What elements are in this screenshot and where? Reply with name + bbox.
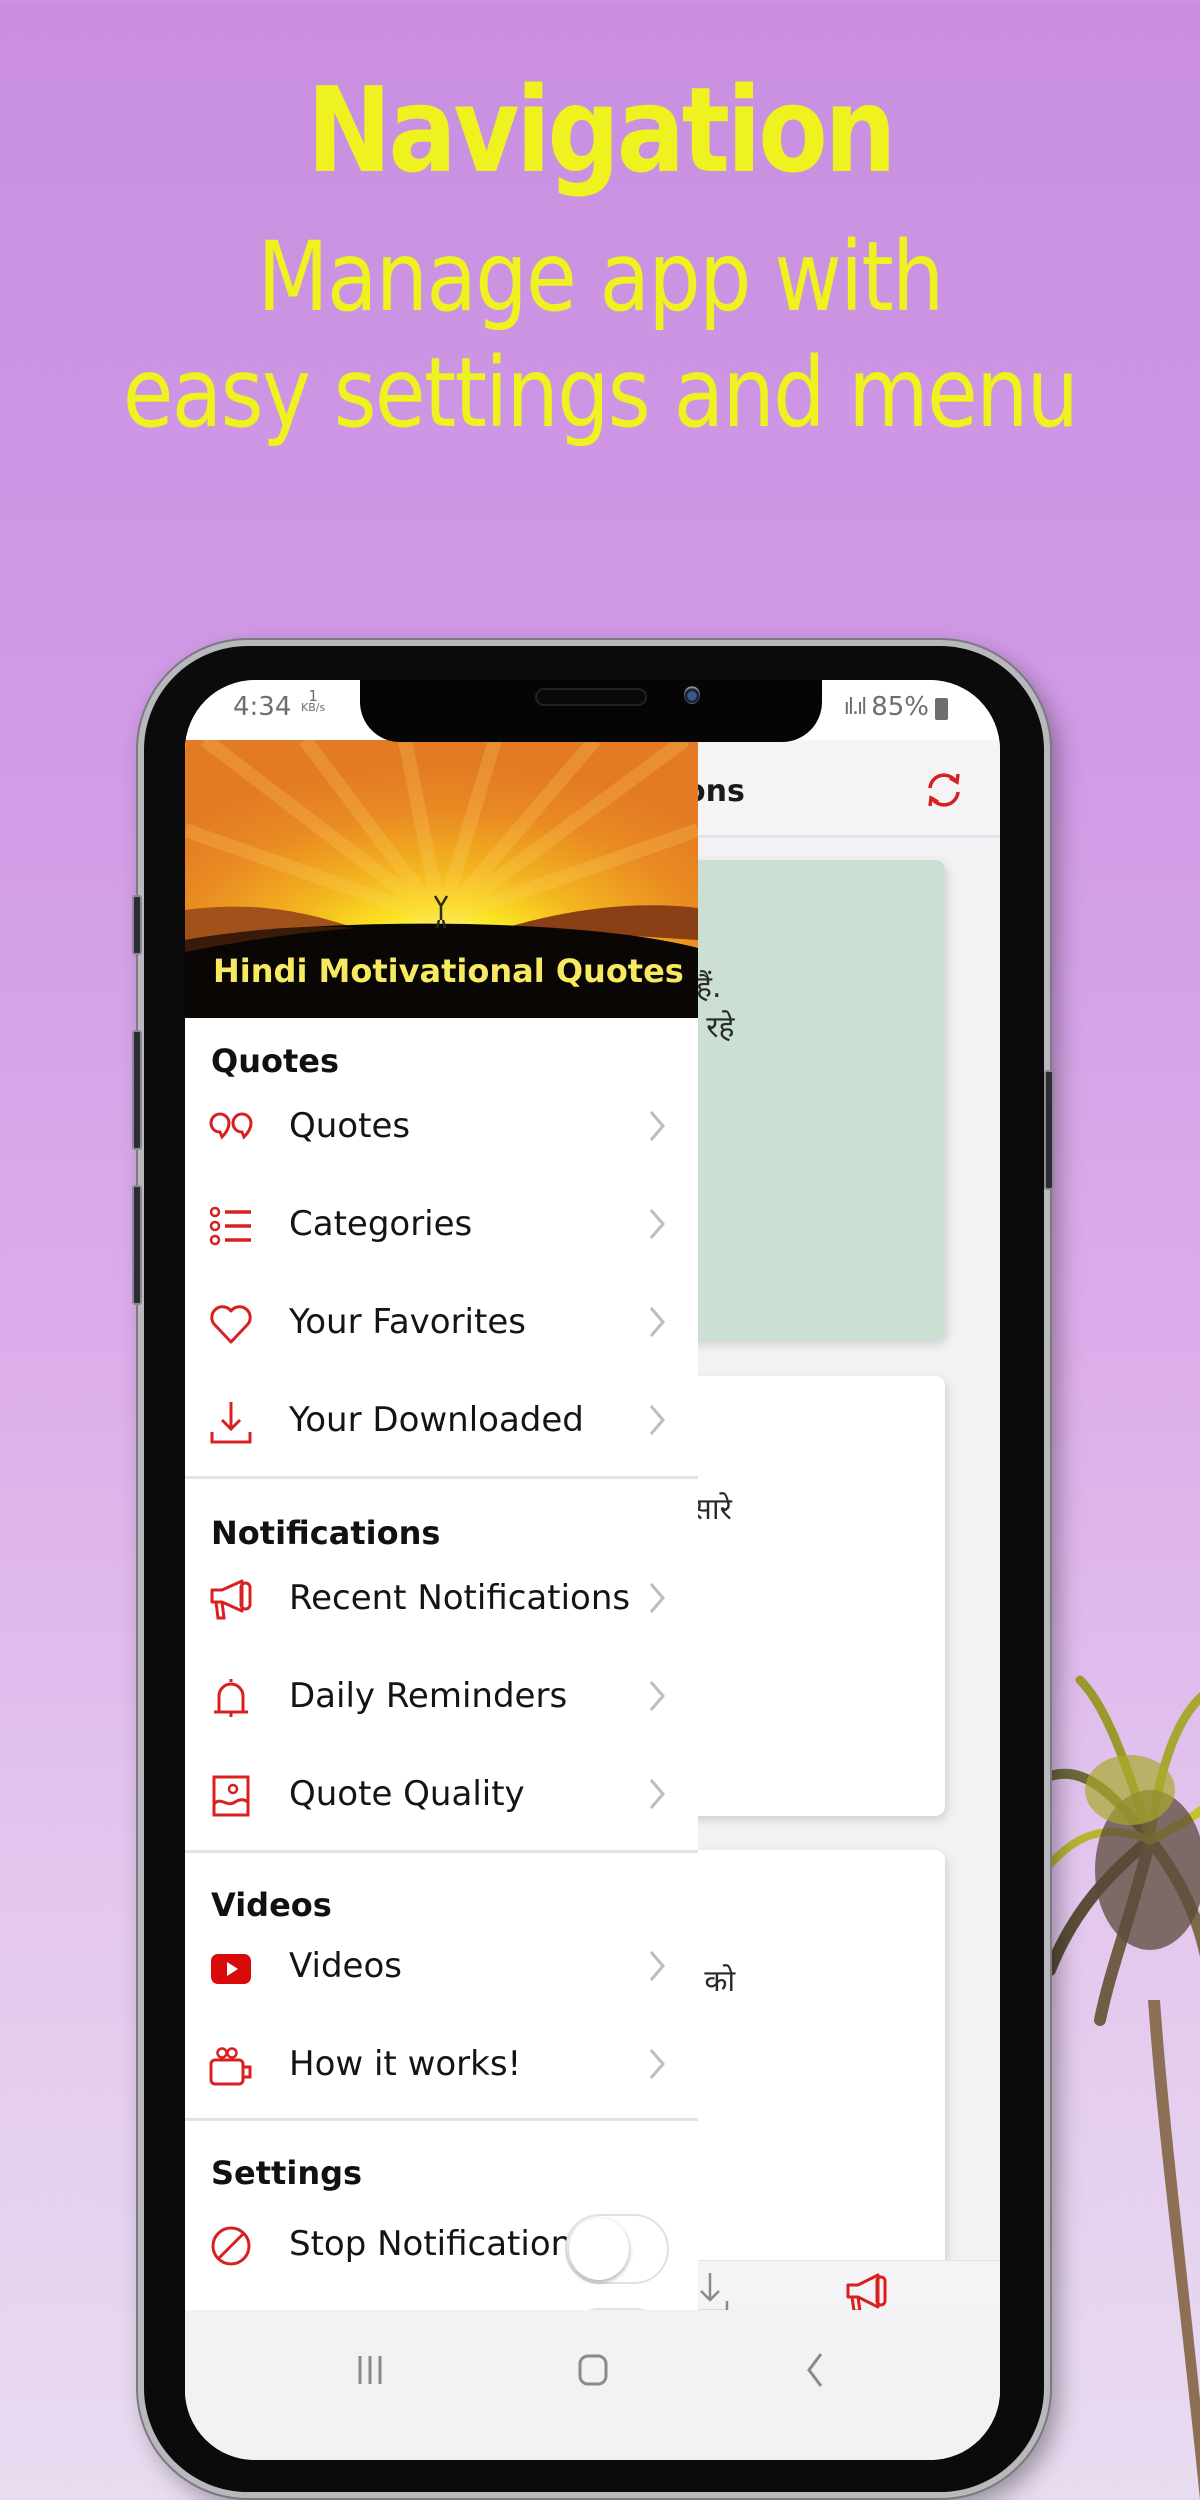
phone-volume-down-button xyxy=(132,1185,142,1305)
toggle-knob xyxy=(569,2218,629,2280)
chevron-right-icon xyxy=(649,2049,665,2079)
megaphone-icon xyxy=(210,1579,252,1620)
bell-icon xyxy=(214,1679,248,1717)
battery-icon xyxy=(935,698,948,720)
menu-item-stop-notification[interactable]: Stop Notification xyxy=(185,2196,698,2292)
status-right: ıl.ıl 85% xyxy=(844,692,948,722)
chevron-right-icon xyxy=(649,1681,665,1711)
chevron-right-icon xyxy=(649,1405,665,1435)
menu-item-label: Quotes xyxy=(289,1106,411,1146)
phone-screen: 4:34 1 KB/s ıl.ıl 85% ons सका आनंद ले रह… xyxy=(185,680,1000,2460)
menu-item-categories[interactable]: Categories xyxy=(185,1176,698,1272)
phone-speaker xyxy=(535,688,647,706)
promo-subtitle-line1: Manage app with xyxy=(257,221,944,333)
image-icon xyxy=(212,1775,250,1817)
chevron-right-icon xyxy=(649,1209,665,1239)
menu-item-label: Categories xyxy=(289,1204,473,1244)
quote-icon xyxy=(209,1112,253,1140)
menu-item-videos[interactable]: Videos xyxy=(185,1918,698,2014)
menu-item-label: Your Downloaded xyxy=(289,1400,584,1440)
chevron-right-icon xyxy=(649,1583,665,1613)
list-icon xyxy=(209,1206,251,1246)
chevron-right-icon xyxy=(649,1779,665,1809)
phone-power-button xyxy=(1044,1070,1054,1190)
refresh-icon[interactable] xyxy=(920,766,968,814)
app-name-banner: Hindi Motivational Quotes xyxy=(213,952,684,990)
network-speed: 1 KB/s xyxy=(301,689,326,714)
home-icon[interactable] xyxy=(563,2340,623,2400)
menu-item-quote-quality[interactable]: Quote Quality xyxy=(185,1746,698,1842)
battery-percent: 85% xyxy=(871,692,929,722)
navigation-drawer: Hindi Motivational Quotes Quotes Quotes … xyxy=(185,740,698,2310)
section-divider xyxy=(185,2118,698,2121)
status-time: 4:34 xyxy=(233,692,292,722)
section-title-notifications: Notifications xyxy=(211,1514,441,1552)
promo-subtitle-line2: easy settings and menu xyxy=(122,337,1079,449)
palm-tree-image xyxy=(1040,1675,1200,2500)
section-title-quotes: Quotes xyxy=(211,1042,340,1080)
menu-item-label: Stop Notification xyxy=(289,2224,573,2264)
back-icon[interactable] xyxy=(785,2340,845,2400)
menu-item-label: Quote Quality xyxy=(289,1774,525,1814)
menu-item-label: How it works! xyxy=(289,2044,522,2084)
chevron-right-icon xyxy=(649,1307,665,1337)
chevron-right-icon xyxy=(649,1111,665,1141)
phone-side-button xyxy=(132,895,142,955)
system-navigation-bar xyxy=(185,2310,1000,2460)
network-speed-unit: KB/s xyxy=(301,701,326,714)
section-divider xyxy=(185,1476,698,1479)
menu-item-quotes[interactable]: Quotes xyxy=(185,1078,698,1174)
stop-notification-toggle[interactable] xyxy=(565,2214,669,2284)
promo-title: Navigation xyxy=(306,61,897,199)
section-title-settings: Settings xyxy=(211,2154,363,2192)
menu-item-label: Videos xyxy=(289,1946,402,1986)
menu-item-downloaded[interactable]: Your Downloaded xyxy=(185,1372,698,1468)
menu-item-label: Daily Reminders xyxy=(289,1676,568,1716)
video-camera-icon xyxy=(209,2047,252,2086)
recents-icon[interactable] xyxy=(340,2340,400,2400)
menu-item-favorites[interactable]: Your Favorites xyxy=(185,1274,698,1370)
megaphone-icon xyxy=(846,2273,887,2313)
chevron-right-icon xyxy=(649,1951,665,1981)
front-camera-icon xyxy=(684,686,700,704)
menu-item-label: Recent Notifications xyxy=(289,1578,631,1618)
menu-item-setting-partial[interactable] xyxy=(185,2290,698,2310)
section-divider xyxy=(185,1850,698,1853)
menu-item-recent-notifications[interactable]: Recent Notifications xyxy=(185,1550,698,1646)
menu-item-label: Your Favorites xyxy=(289,1302,526,1342)
menu-item-daily-reminders[interactable]: Daily Reminders xyxy=(185,1648,698,1744)
phone-volume-up-button xyxy=(132,1030,142,1150)
signal-icon: ıl.ıl xyxy=(843,694,867,720)
menu-item-how-it-works[interactable]: How it works! xyxy=(185,2016,698,2112)
download-icon xyxy=(210,1402,252,1444)
block-icon xyxy=(211,2226,251,2266)
youtube-icon xyxy=(211,1954,251,1984)
drawer-header-image: Hindi Motivational Quotes xyxy=(185,740,698,1018)
heart-icon xyxy=(210,1305,252,1344)
